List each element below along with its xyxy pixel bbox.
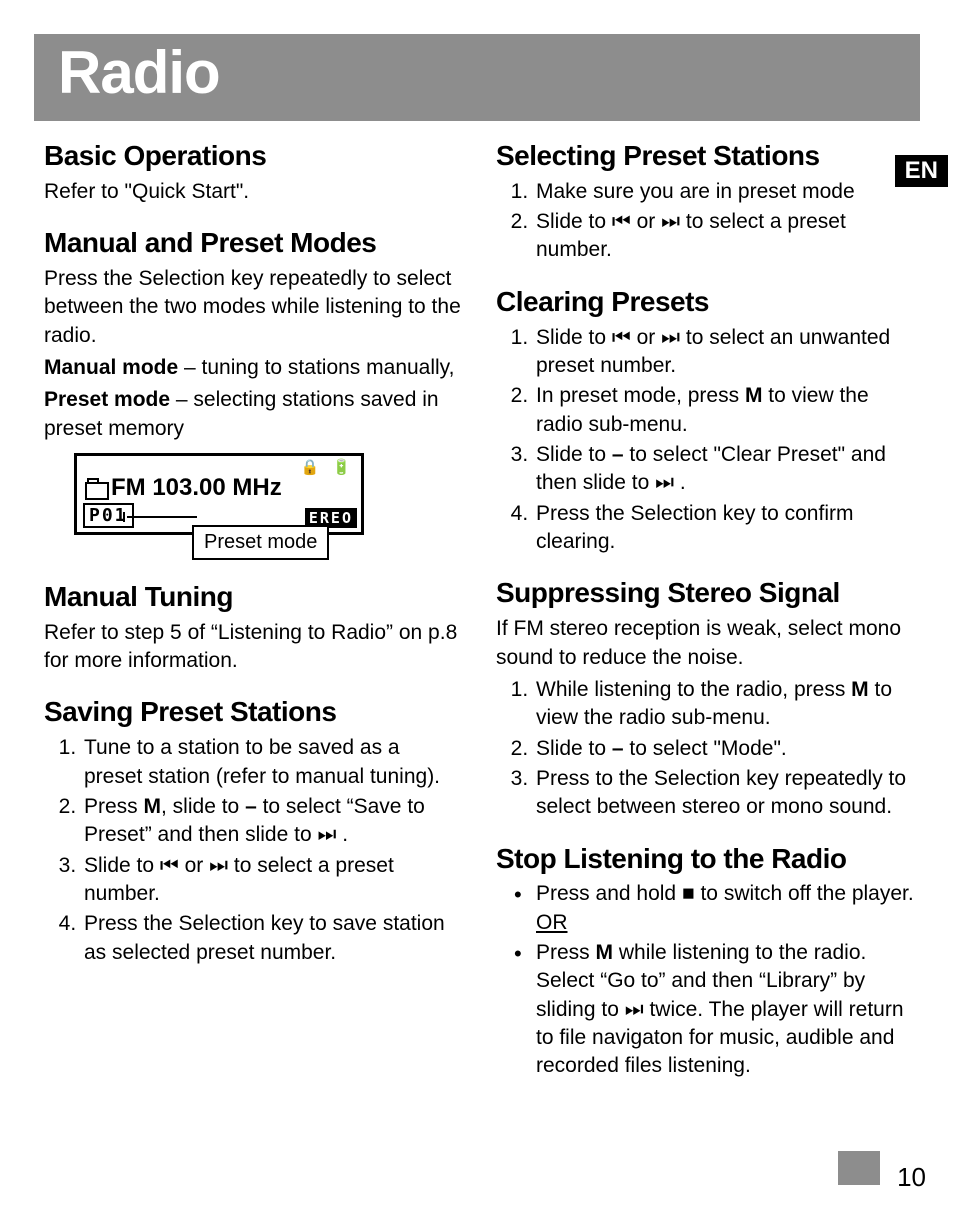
heading-stop-listening: Stop Listening to the Radio	[496, 844, 914, 875]
list-selecting-presets: Make sure you are in preset mode Slide t…	[496, 178, 914, 265]
list-item: Press to the Selection key repeatedly to…	[534, 765, 914, 822]
list-suppressing-stereo: While listening to the radio, press M to…	[496, 676, 914, 822]
manual-page: Radio EN Basic Operations Refer to "Quic…	[0, 0, 954, 1215]
right-column: Selecting Preset Stations Make sure you …	[496, 135, 914, 1083]
page-title: Radio	[58, 38, 896, 107]
heading-manual-tuning: Manual Tuning	[44, 582, 462, 613]
list-item: Press M, slide to – to select “Save to P…	[82, 793, 462, 850]
header-bar: Radio	[34, 34, 920, 121]
prev-icon: ⏮	[612, 326, 631, 349]
list-item: Slide to ⏮ or ⏭ to select a preset numbe…	[534, 208, 914, 265]
next-icon: ⏭	[661, 326, 680, 349]
lcd-frequency: FM 103.00 MHz	[111, 474, 282, 502]
page-number: 10	[897, 1162, 926, 1193]
lcd-preset-number: P01	[83, 503, 134, 528]
next-icon: ⏭	[661, 210, 680, 233]
heading-modes: Manual and Preset Modes	[44, 228, 462, 259]
m-key: M	[851, 678, 869, 701]
text-manual-tuning: Refer to step 5 of “Listening to Radio” …	[44, 619, 462, 676]
prev-icon: ⏮	[612, 210, 631, 233]
lcd-diagram: 🔒 🔋 FM 103.00 MHz P01 EREO Preset mode	[74, 453, 462, 560]
next-icon: ⏭	[625, 998, 644, 1021]
label-manual-mode: Manual mode	[44, 356, 178, 379]
or-label: OR	[536, 911, 568, 934]
text-preset-mode: Preset mode – selecting stations saved i…	[44, 386, 462, 443]
list-item: Press the Selection key to confirm clear…	[534, 500, 914, 557]
list-item: Slide to ⏮ or ⏭ to select a preset numbe…	[82, 852, 462, 909]
list-item: While listening to the radio, press M to…	[534, 676, 914, 733]
heading-saving-presets: Saving Preset Stations	[44, 697, 462, 728]
lcd-status-icons: 🔒 🔋	[301, 458, 353, 476]
heading-suppressing-stereo: Suppressing Stereo Signal	[496, 578, 914, 609]
list-item: Slide to ⏮ or ⏭ to select an unwanted pr…	[534, 324, 914, 381]
heading-selecting-presets: Selecting Preset Stations	[496, 141, 914, 172]
list-item: Press M while listening to the radio. Se…	[534, 939, 914, 1081]
next-icon: ⏭	[655, 471, 674, 494]
left-column: Basic Operations Refer to "Quick Start".…	[44, 135, 462, 1083]
stop-icon: ■	[682, 882, 695, 905]
next-icon: ⏭	[317, 823, 336, 846]
language-badge: EN	[895, 155, 948, 187]
next-icon: ⏭	[209, 854, 228, 877]
heading-basic-operations: Basic Operations	[44, 141, 462, 172]
list-item: Make sure you are in preset mode	[534, 178, 914, 206]
folder-icon	[85, 478, 105, 496]
list-clearing-presets: Slide to ⏮ or ⏭ to select an unwanted pr…	[496, 324, 914, 557]
lcd-callout-label: Preset mode	[192, 525, 329, 560]
text-modes-intro: Press the Selection key repeatedly to se…	[44, 265, 462, 350]
lcd-screen: 🔒 🔋 FM 103.00 MHz P01 EREO	[74, 453, 364, 535]
list-item: Press and hold ■ to switch off the playe…	[534, 880, 914, 937]
heading-clearing-presets: Clearing Presets	[496, 287, 914, 318]
list-item: Tune to a station to be saved as a prese…	[82, 734, 462, 791]
list-item: In preset mode, press M to view the radi…	[534, 382, 914, 439]
list-saving-presets: Tune to a station to be saved as a prese…	[44, 734, 462, 967]
list-item: Slide to – to select "Mode".	[534, 735, 914, 763]
text-manual-mode: Manual mode – tuning to stations manuall…	[44, 354, 462, 382]
list-stop-listening: Press and hold ■ to switch off the playe…	[496, 880, 914, 1080]
list-item: Slide to – to select "Clear Preset" and …	[534, 441, 914, 498]
label-preset-mode: Preset mode	[44, 388, 170, 411]
prev-icon: ⏮	[160, 854, 179, 877]
page-tab	[838, 1151, 880, 1185]
content-columns: Basic Operations Refer to "Quick Start".…	[34, 135, 920, 1083]
text-stereo-intro: If FM stereo reception is weak, select m…	[496, 615, 914, 672]
text-basic: Refer to "Quick Start".	[44, 178, 462, 206]
m-key: M	[144, 795, 162, 818]
list-item: Press the Selection key to save station …	[82, 910, 462, 967]
m-key: M	[596, 941, 614, 964]
m-key: M	[745, 384, 763, 407]
